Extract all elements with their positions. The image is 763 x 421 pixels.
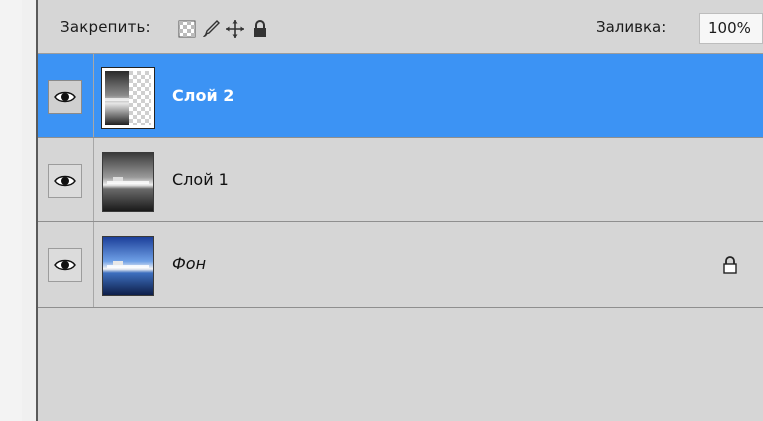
column-separator <box>93 222 94 307</box>
lock-position-icon[interactable] <box>224 18 246 40</box>
visibility-toggle[interactable] <box>48 248 82 282</box>
layer-row-2[interactable]: Слой 2 <box>38 54 763 138</box>
left-strip <box>0 0 22 421</box>
visibility-toggle[interactable] <box>48 80 82 114</box>
layer-thumbnail[interactable] <box>102 152 154 212</box>
eye-icon <box>54 175 76 187</box>
column-separator <box>93 54 94 137</box>
fill-input[interactable]: 100% <box>699 13 763 44</box>
lock-label: Закрепить: <box>60 18 151 36</box>
eye-icon <box>54 259 76 271</box>
layer-thumbnail[interactable] <box>101 67 155 129</box>
visibility-toggle[interactable] <box>48 164 82 198</box>
column-separator <box>93 138 94 221</box>
layers-toolbar: Закрепить: Заливка: 100% <box>38 0 763 54</box>
fill-label: Заливка: <box>596 18 667 36</box>
lock-paint-icon[interactable] <box>200 18 222 40</box>
lock-all-icon[interactable] <box>249 18 271 40</box>
layer-row-background[interactable]: Фон <box>38 222 763 308</box>
layer-name[interactable]: Слой 2 <box>172 86 234 105</box>
layer-name[interactable]: Фон <box>172 254 206 273</box>
layer-name[interactable]: Слой 1 <box>172 170 229 189</box>
layer-lock-icon <box>721 255 739 275</box>
lock-transparency-icon[interactable] <box>176 18 198 40</box>
eye-icon <box>54 91 76 103</box>
layer-thumbnail[interactable] <box>102 236 154 296</box>
layer-row-1[interactable]: Слой 1 <box>38 138 763 222</box>
